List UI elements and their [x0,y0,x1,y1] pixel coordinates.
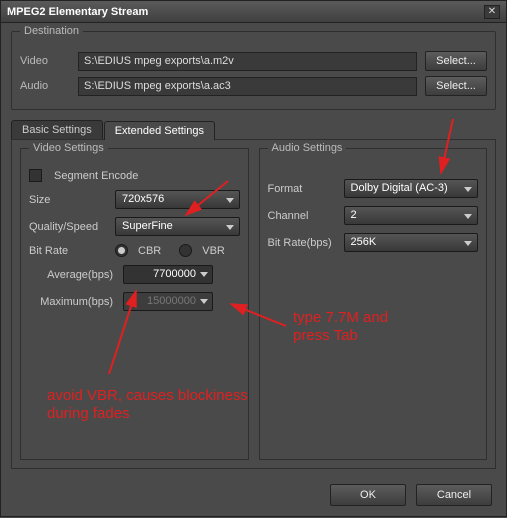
format-combo[interactable]: Dolby Digital (AC-3) [344,179,479,198]
channel-combo[interactable]: 2 [344,206,479,225]
quality-label: Quality/Speed [29,221,109,233]
audio-settings-group: Audio Settings Format Dolby Digital (AC-… [259,148,488,460]
dialog-window: MPEG2 Elementary Stream ✕ Destination Vi… [0,0,507,517]
average-label: Average(bps) [29,269,117,281]
quality-combo[interactable]: SuperFine [115,217,240,236]
video-settings-title: Video Settings [29,142,108,154]
ok-button[interactable]: OK [330,484,406,506]
destination-title: Destination [20,25,83,37]
destination-group: Destination Video S:\EDIUS mpeg exports\… [11,31,496,110]
vbr-label: VBR [202,245,225,257]
vbr-radio[interactable] [179,244,192,257]
tabs: Basic Settings Extended Settings [11,120,496,139]
maximum-bps-field: 15000000 [123,292,213,311]
video-path-field[interactable]: S:\EDIUS mpeg exports\a.m2v [78,52,417,71]
segment-encode-checkbox[interactable] [29,169,42,182]
tab-basic-settings[interactable]: Basic Settings [11,120,103,139]
size-label: Size [29,194,109,206]
tab-extended-settings[interactable]: Extended Settings [104,121,215,140]
audio-select-button[interactable]: Select... [425,76,487,96]
cancel-button[interactable]: Cancel [416,484,492,506]
bitrate-label: Bit Rate [29,245,109,257]
titlebar: MPEG2 Elementary Stream ✕ [1,1,506,23]
format-label: Format [268,183,338,195]
segment-encode-label: Segment Encode [54,170,138,182]
video-settings-group: Video Settings Segment Encode Size 720x5… [20,148,249,460]
cbr-label: CBR [138,245,161,257]
channel-label: Channel [268,210,338,222]
audio-path-field[interactable]: S:\EDIUS mpeg exports\a.ac3 [78,77,417,96]
audio-settings-title: Audio Settings [268,142,347,154]
audio-label: Audio [20,80,70,92]
close-button[interactable]: ✕ [484,5,500,19]
video-label: Video [20,55,70,67]
size-combo[interactable]: 720x576 [115,190,240,209]
audio-bitrate-combo[interactable]: 256K [344,233,479,252]
tab-body: Video Settings Segment Encode Size 720x5… [11,139,496,469]
average-bps-field[interactable]: 7700000 [123,265,213,284]
audio-bitrate-label: Bit Rate(bps) [268,237,338,249]
cbr-radio[interactable] [115,244,128,257]
window-title: MPEG2 Elementary Stream [7,6,484,18]
video-select-button[interactable]: Select... [425,51,487,71]
maximum-label: Maximum(bps) [29,296,117,308]
dialog-footer: OK Cancel [330,484,492,506]
